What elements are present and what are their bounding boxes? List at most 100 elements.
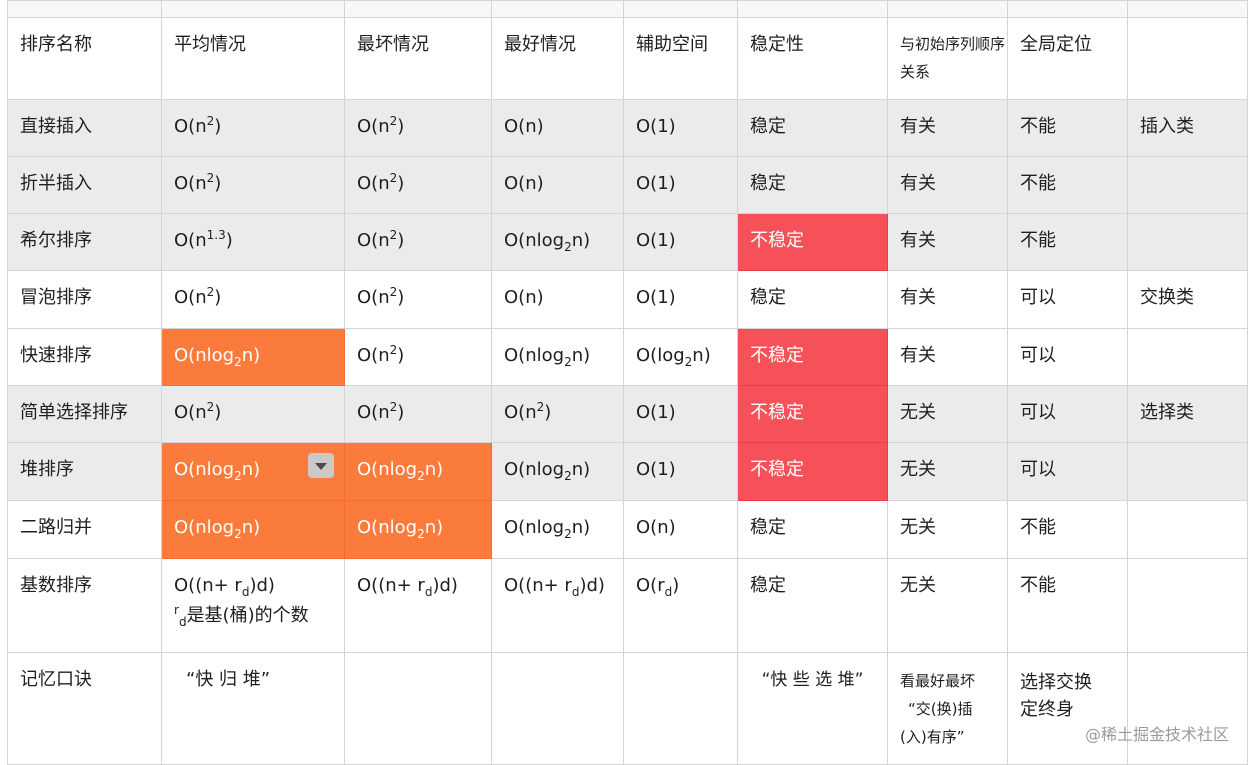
- global-cell: 可以: [1007, 328, 1128, 386]
- top-gap-row: [7, 0, 1248, 18]
- header-stability: 稳定性: [737, 17, 888, 100]
- table-row: 冒泡排序 O(n2) O(n2) O(n) O(1) 稳定 有关 可以 交换类: [7, 270, 1248, 329]
- table-row: 二路归并 O(nlog2n) O(nlog2n) O(nlog2n) O(n) …: [7, 500, 1248, 559]
- best-cell: O(n2): [491, 385, 624, 443]
- mnemonic-empty: [491, 652, 624, 765]
- header-global: 全局定位: [1007, 17, 1128, 100]
- stability-cell-unstable: 不稳定: [737, 442, 888, 501]
- header-relation: 与初始序列顺序关系: [887, 17, 1008, 100]
- relation-cell: 有关: [887, 156, 1008, 214]
- space-cell: O(log2n): [623, 328, 738, 386]
- worst-cell: O(n2): [344, 328, 492, 386]
- relation-cell: 无关: [887, 558, 1008, 653]
- row-name: 希尔排序: [7, 213, 162, 271]
- header-name: 排序名称: [7, 17, 162, 100]
- global-cell: 不能: [1007, 500, 1128, 559]
- best-cell: O(n): [491, 156, 624, 214]
- worst-cell: O(n2): [344, 213, 492, 271]
- space-cell: O(1): [623, 442, 738, 501]
- header-category: [1127, 17, 1248, 100]
- table-row: 折半插入 O(n2) O(n2) O(n) O(1) 稳定 有关 不能: [7, 156, 1248, 214]
- avg-cell: O((n+ rd)d) rd是基(桶)的个数: [161, 558, 345, 653]
- worst-cell-highlight: O(nlog2n): [344, 500, 492, 559]
- header-space: 辅助空间: [623, 17, 738, 100]
- worst-cell: O(n2): [344, 270, 492, 329]
- header-worst: 最坏情况: [344, 17, 492, 100]
- global-cell: 不能: [1007, 213, 1128, 271]
- relation-cell: 有关: [887, 328, 1008, 386]
- best-cell: O((n+ rd)d): [491, 558, 624, 653]
- avg-cell: O(n1.3): [161, 213, 345, 271]
- relation-cell: 有关: [887, 99, 1008, 157]
- space-cell: O(rd): [623, 558, 738, 653]
- radix-note: rd是基(桶)的个数: [174, 603, 309, 629]
- row-name: 冒泡排序: [7, 270, 162, 329]
- row-name: 折半插入: [7, 156, 162, 214]
- row-name: 快速排序: [7, 328, 162, 386]
- row-name: 堆排序: [7, 442, 162, 501]
- best-cell: O(nlog2n): [491, 213, 624, 271]
- avg-cell: O(n2): [161, 156, 345, 214]
- mnemonic-unstable-time: “快 归 堆”: [161, 652, 345, 765]
- category-cell: 交换类: [1127, 270, 1248, 329]
- mnemonic-empty: [1127, 652, 1248, 765]
- space-cell: O(1): [623, 156, 738, 214]
- category-cell: [1127, 442, 1248, 501]
- stability-cell-unstable: 不稳定: [737, 213, 888, 271]
- avg-cell-highlight: O(nlog2n): [161, 442, 345, 501]
- category-cell: 插入类: [1127, 99, 1248, 157]
- category-cell: [1127, 213, 1248, 271]
- space-cell: O(1): [623, 213, 738, 271]
- global-cell: 可以: [1007, 385, 1128, 443]
- table-row: 堆排序 O(nlog2n) O(nlog2n) O(nlog2n) O(1) 不…: [7, 442, 1248, 501]
- row-name: 简单选择排序: [7, 385, 162, 443]
- best-cell: O(nlog2n): [491, 328, 624, 386]
- table-row: 基数排序 O((n+ rd)d) rd是基(桶)的个数 O((n+ rd)d) …: [7, 558, 1248, 653]
- space-cell: O(n): [623, 500, 738, 559]
- mnemonic-empty: [344, 652, 492, 765]
- mnemonic-unstable: “快 些 选 堆”: [737, 652, 888, 765]
- stability-cell: 稳定: [737, 558, 888, 653]
- watermark: @稀土掘金技术社区: [1084, 725, 1229, 744]
- avg-cell: O(n2): [161, 270, 345, 329]
- cell-dropdown-icon[interactable]: [308, 453, 334, 478]
- global-cell: 不能: [1007, 99, 1128, 157]
- stability-cell-unstable: 不稳定: [737, 385, 888, 443]
- stability-cell: 稳定: [737, 270, 888, 329]
- mnemonic-label: 记忆口诀: [7, 652, 162, 765]
- worst-cell: O((n+ rd)d): [344, 558, 492, 653]
- header-average: 平均情况: [161, 17, 345, 100]
- table-row: 快速排序 O(nlog2n) O(n2) O(nlog2n) O(log2n) …: [7, 328, 1248, 386]
- worst-cell: O(n2): [344, 99, 492, 157]
- row-name: 基数排序: [7, 558, 162, 653]
- stability-cell: 稳定: [737, 99, 888, 157]
- best-cell: O(n): [491, 99, 624, 157]
- global-cell: 可以: [1007, 270, 1128, 329]
- space-cell: O(1): [623, 385, 738, 443]
- global-cell: 不能: [1007, 156, 1128, 214]
- mnemonic-empty: [623, 652, 738, 765]
- row-name: 二路归并: [7, 500, 162, 559]
- sort-comparison-table: 排序名称 平均情况 最坏情况 最好情况 辅助空间 稳定性 与初始序列顺序关系 全…: [7, 0, 1248, 765]
- category-cell: 选择类: [1127, 385, 1248, 443]
- stability-cell: 稳定: [737, 156, 888, 214]
- header-best: 最好情况: [491, 17, 624, 100]
- global-cell: 可以: [1007, 442, 1128, 501]
- stability-cell-unstable: 不稳定: [737, 328, 888, 386]
- category-cell: [1127, 558, 1248, 653]
- global-cell: 不能: [1007, 558, 1128, 653]
- avg-cell-highlight: O(nlog2n): [161, 500, 345, 559]
- space-cell: O(1): [623, 270, 738, 329]
- relation-cell: 无关: [887, 442, 1008, 501]
- category-cell: [1127, 328, 1248, 386]
- mnemonic-row: 记忆口诀 “快 归 堆” “快 些 选 堆” 看最好最坏 “交(换)插 (入)有…: [7, 652, 1248, 765]
- header-row: 排序名称 平均情况 最坏情况 最好情况 辅助空间 稳定性 与初始序列顺序关系 全…: [7, 17, 1248, 100]
- space-cell: O(1): [623, 99, 738, 157]
- relation-cell: 无关: [887, 500, 1008, 559]
- avg-cell: O(n2): [161, 385, 345, 443]
- mnemonic-global: 选择交换 定终身: [1007, 652, 1128, 765]
- table-row: 直接插入 O(n2) O(n2) O(n) O(1) 稳定 有关 不能 插入类: [7, 99, 1248, 157]
- row-name: 直接插入: [7, 99, 162, 157]
- category-cell: [1127, 500, 1248, 559]
- best-cell: O(nlog2n): [491, 500, 624, 559]
